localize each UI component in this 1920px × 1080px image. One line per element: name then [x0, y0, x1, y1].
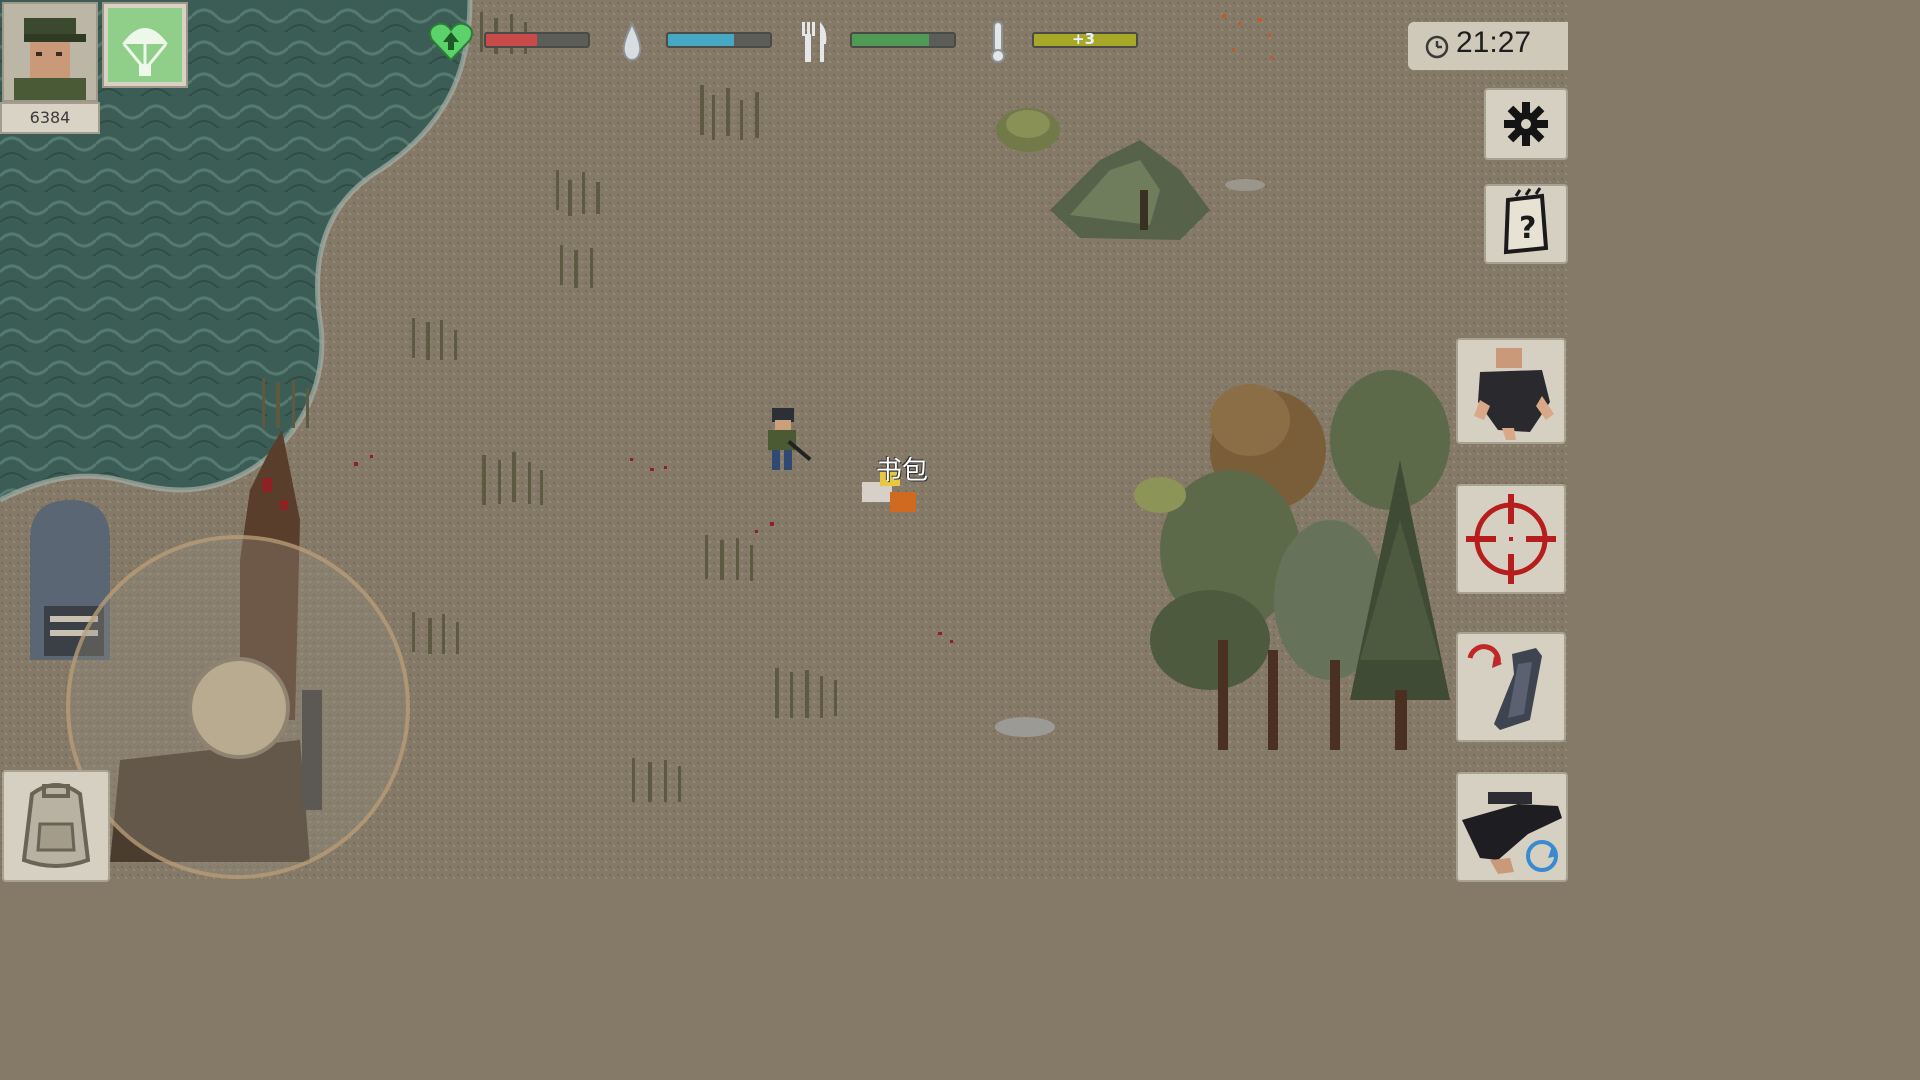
thirst-bar: [666, 32, 772, 48]
hunger-bar: [850, 32, 956, 48]
inventory-button[interactable]: [2, 770, 110, 882]
clock-panel: 21:27: [1408, 22, 1568, 70]
clock-icon: [1425, 35, 1449, 59]
grab-hand-icon: [1474, 348, 1554, 440]
fork-knife-icon: [802, 22, 827, 62]
crosshair-icon: [1466, 494, 1556, 584]
hunger-fill: [852, 34, 929, 46]
health-fill: [486, 34, 537, 46]
player-portrait[interactable]: [2, 2, 98, 102]
airdrop-button[interactable]: [102, 2, 188, 88]
weapon-switch-button[interactable]: [1456, 772, 1568, 882]
game-time: 21:27: [1456, 26, 1532, 59]
health-bar: [484, 32, 590, 48]
soldier-portrait: [4, 4, 96, 100]
joystick-thumb[interactable]: [188, 657, 290, 759]
rock: [1225, 179, 1265, 191]
rifle-icon: [1462, 792, 1562, 874]
parachute-icon: [108, 8, 182, 82]
thermometer-icon: [991, 21, 1005, 63]
score-counter: 6384: [0, 102, 100, 134]
settings-button[interactable]: [1484, 88, 1568, 160]
interact-button[interactable]: [1456, 338, 1566, 444]
reload-button[interactable]: [1456, 632, 1566, 742]
rock: [995, 717, 1055, 737]
quest-button[interactable]: ?: [1484, 184, 1568, 264]
game-world[interactable]: [0, 0, 1568, 882]
movement-joystick[interactable]: [66, 535, 410, 879]
gear-icon: [1504, 102, 1548, 146]
reload-magazine-icon: [1467, 644, 1542, 730]
svg-text:?: ?: [1519, 211, 1536, 246]
aim-button[interactable]: [1456, 484, 1566, 594]
item-name-label[interactable]: 书包: [876, 450, 928, 487]
temperature-label: +3: [1072, 30, 1096, 48]
thirst-fill: [668, 34, 735, 46]
heart-icon: [429, 22, 473, 62]
notepad-question-icon: ?: [1503, 187, 1549, 255]
water-drop-icon: [622, 22, 642, 62]
backpack-icon: [21, 783, 91, 868]
